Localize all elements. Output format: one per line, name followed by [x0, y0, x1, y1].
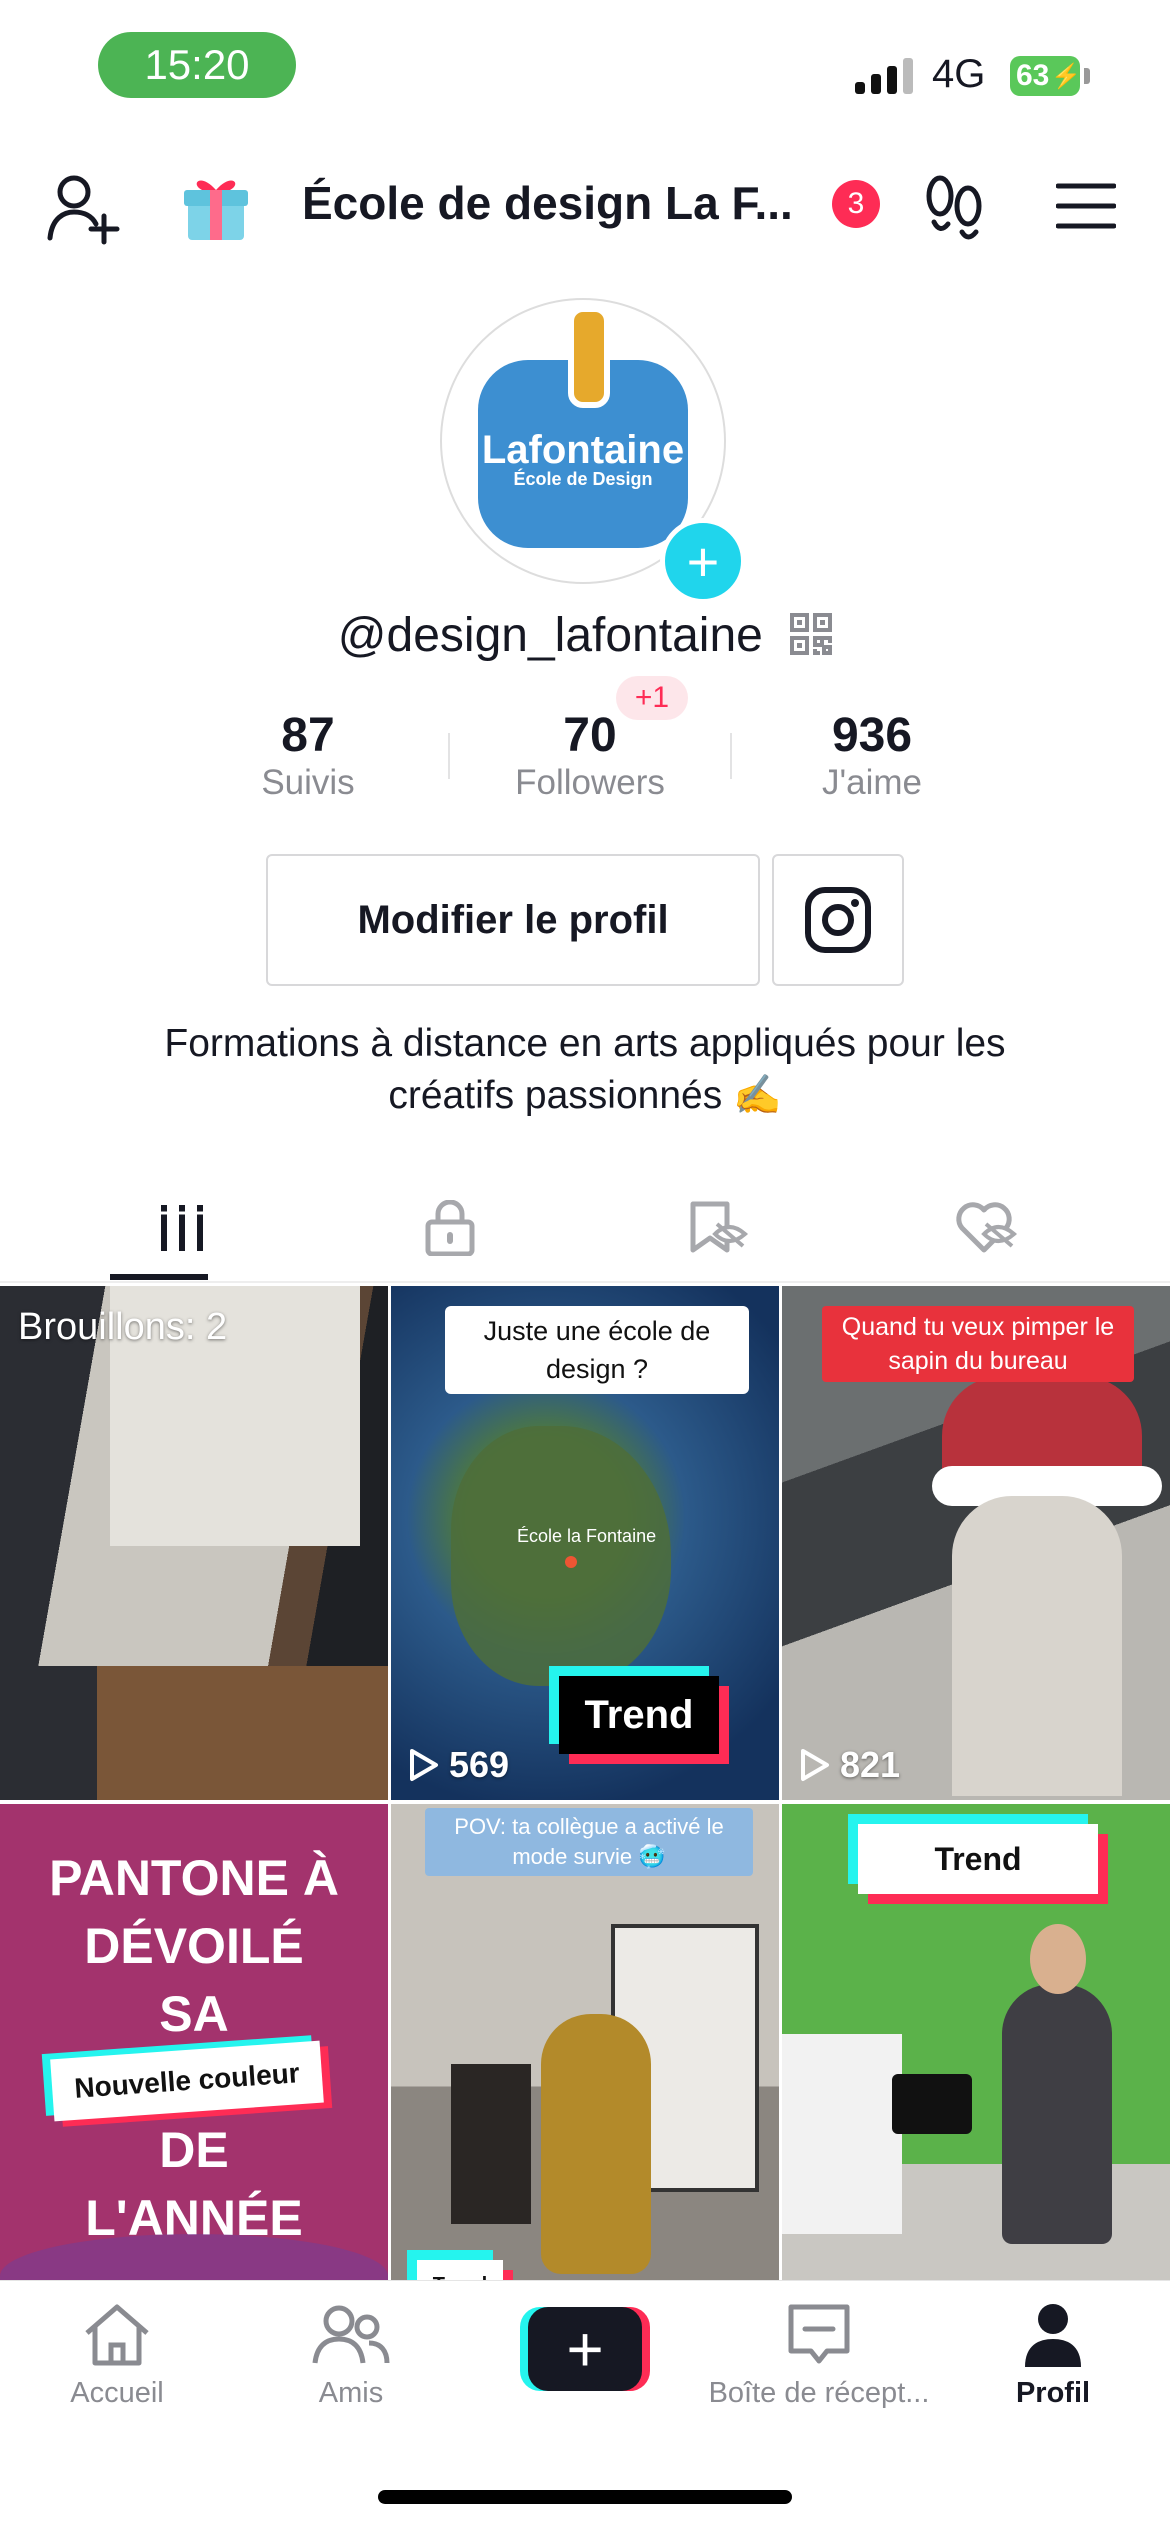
play-icon — [410, 1749, 438, 1781]
create-icon: + — [520, 2307, 650, 2391]
tab-saved[interactable] — [572, 1176, 864, 1280]
create-button[interactable]: + — [468, 2307, 702, 2391]
home-indicator — [378, 2490, 792, 2504]
nav-friends[interactable]: Amis — [234, 2301, 468, 2410]
play-icon — [801, 1749, 829, 1781]
battery-cap — [1084, 68, 1090, 84]
tab-videos[interactable] — [36, 1176, 328, 1280]
status-time: 15:20 — [98, 32, 296, 98]
menu-icon[interactable] — [1055, 182, 1117, 235]
video-tile[interactable]: PANTONE À DÉVOILÉ SA DE L'ANNÉE Nouvelle… — [0, 1804, 388, 2318]
video-caption: POV: ta collègue a activé le mode survie… — [425, 1808, 753, 1876]
followers-delta-badge: +1 — [616, 676, 688, 720]
map-label: École la Fontaine — [517, 1526, 657, 1546]
video-tile-drafts[interactable]: Brouillons: 2 — [0, 1286, 388, 1800]
edit-profile-button[interactable]: Modifier le profil — [266, 854, 760, 986]
video-caption: Juste une école de design ? — [445, 1306, 749, 1394]
add-friend-icon[interactable] — [46, 172, 120, 251]
inbox-icon — [788, 2304, 850, 2364]
trend-badge: Trend — [559, 1676, 719, 1754]
tab-indicator — [110, 1274, 208, 1280]
tab-private[interactable] — [304, 1176, 596, 1280]
signal-icon — [855, 58, 913, 94]
home-icon — [85, 2304, 149, 2366]
qr-code-icon[interactable] — [790, 613, 833, 655]
video-tile[interactable]: Trend — [782, 1804, 1170, 2318]
view-count: 821 — [800, 1744, 900, 1786]
username: @design_lafontaine — [0, 608, 1170, 663]
friends-icon — [312, 2305, 390, 2364]
grid-icon — [158, 1205, 206, 1251]
heart-hidden-icon — [956, 1202, 1018, 1253]
profile-icon — [1025, 2304, 1081, 2367]
tab-divider — [0, 1281, 1170, 1283]
video-tile[interactable]: Quand tu veux pimper le sapin du bureau … — [782, 1286, 1170, 1800]
brand-logo: Lafontaine École de Design — [478, 306, 688, 548]
bookmark-hidden-icon — [690, 1201, 749, 1253]
video-tile[interactable]: Juste une école de design ? École la Fon… — [391, 1286, 779, 1800]
network-label: 4G — [932, 52, 986, 96]
battery-icon: 63 ⚡ — [1010, 56, 1081, 96]
map-pin-icon — [565, 1556, 577, 1568]
stat-followers[interactable]: 70 Followers — [450, 708, 730, 803]
profile-title[interactable]: École de design La F... — [302, 176, 793, 230]
instagram-button[interactable] — [772, 854, 904, 986]
drafts-label: Brouillons: 2 — [18, 1306, 228, 1348]
nav-home[interactable]: Accueil — [0, 2301, 234, 2410]
add-avatar-button[interactable]: + — [660, 518, 746, 604]
tab-liked[interactable] — [840, 1176, 1132, 1280]
nav-inbox[interactable]: Boîte de récept... — [702, 2301, 936, 2410]
bio: Formations à distance en arts appliqués … — [164, 1022, 1006, 1117]
stat-likes[interactable]: 936 J'aime — [732, 708, 1012, 803]
stats-row: 87 Suivis 70 Followers 936 J'aime — [168, 708, 1012, 803]
trend-badge: Trend — [858, 1824, 1098, 1894]
footprint-icon[interactable] — [922, 172, 986, 247]
nav-profile[interactable]: Profil — [936, 2301, 1170, 2410]
stat-following[interactable]: 87 Suivis — [168, 708, 448, 803]
instagram-icon — [805, 887, 871, 953]
notification-badge: 3 — [832, 180, 880, 228]
video-caption: Quand tu veux pimper le sapin du bureau — [822, 1306, 1134, 1382]
video-tile[interactable]: POV: ta collègue a activé le mode survie… — [391, 1804, 779, 2318]
gift-icon[interactable] — [180, 170, 252, 249]
view-count: 569 — [409, 1744, 509, 1786]
lock-icon — [425, 1200, 475, 1256]
